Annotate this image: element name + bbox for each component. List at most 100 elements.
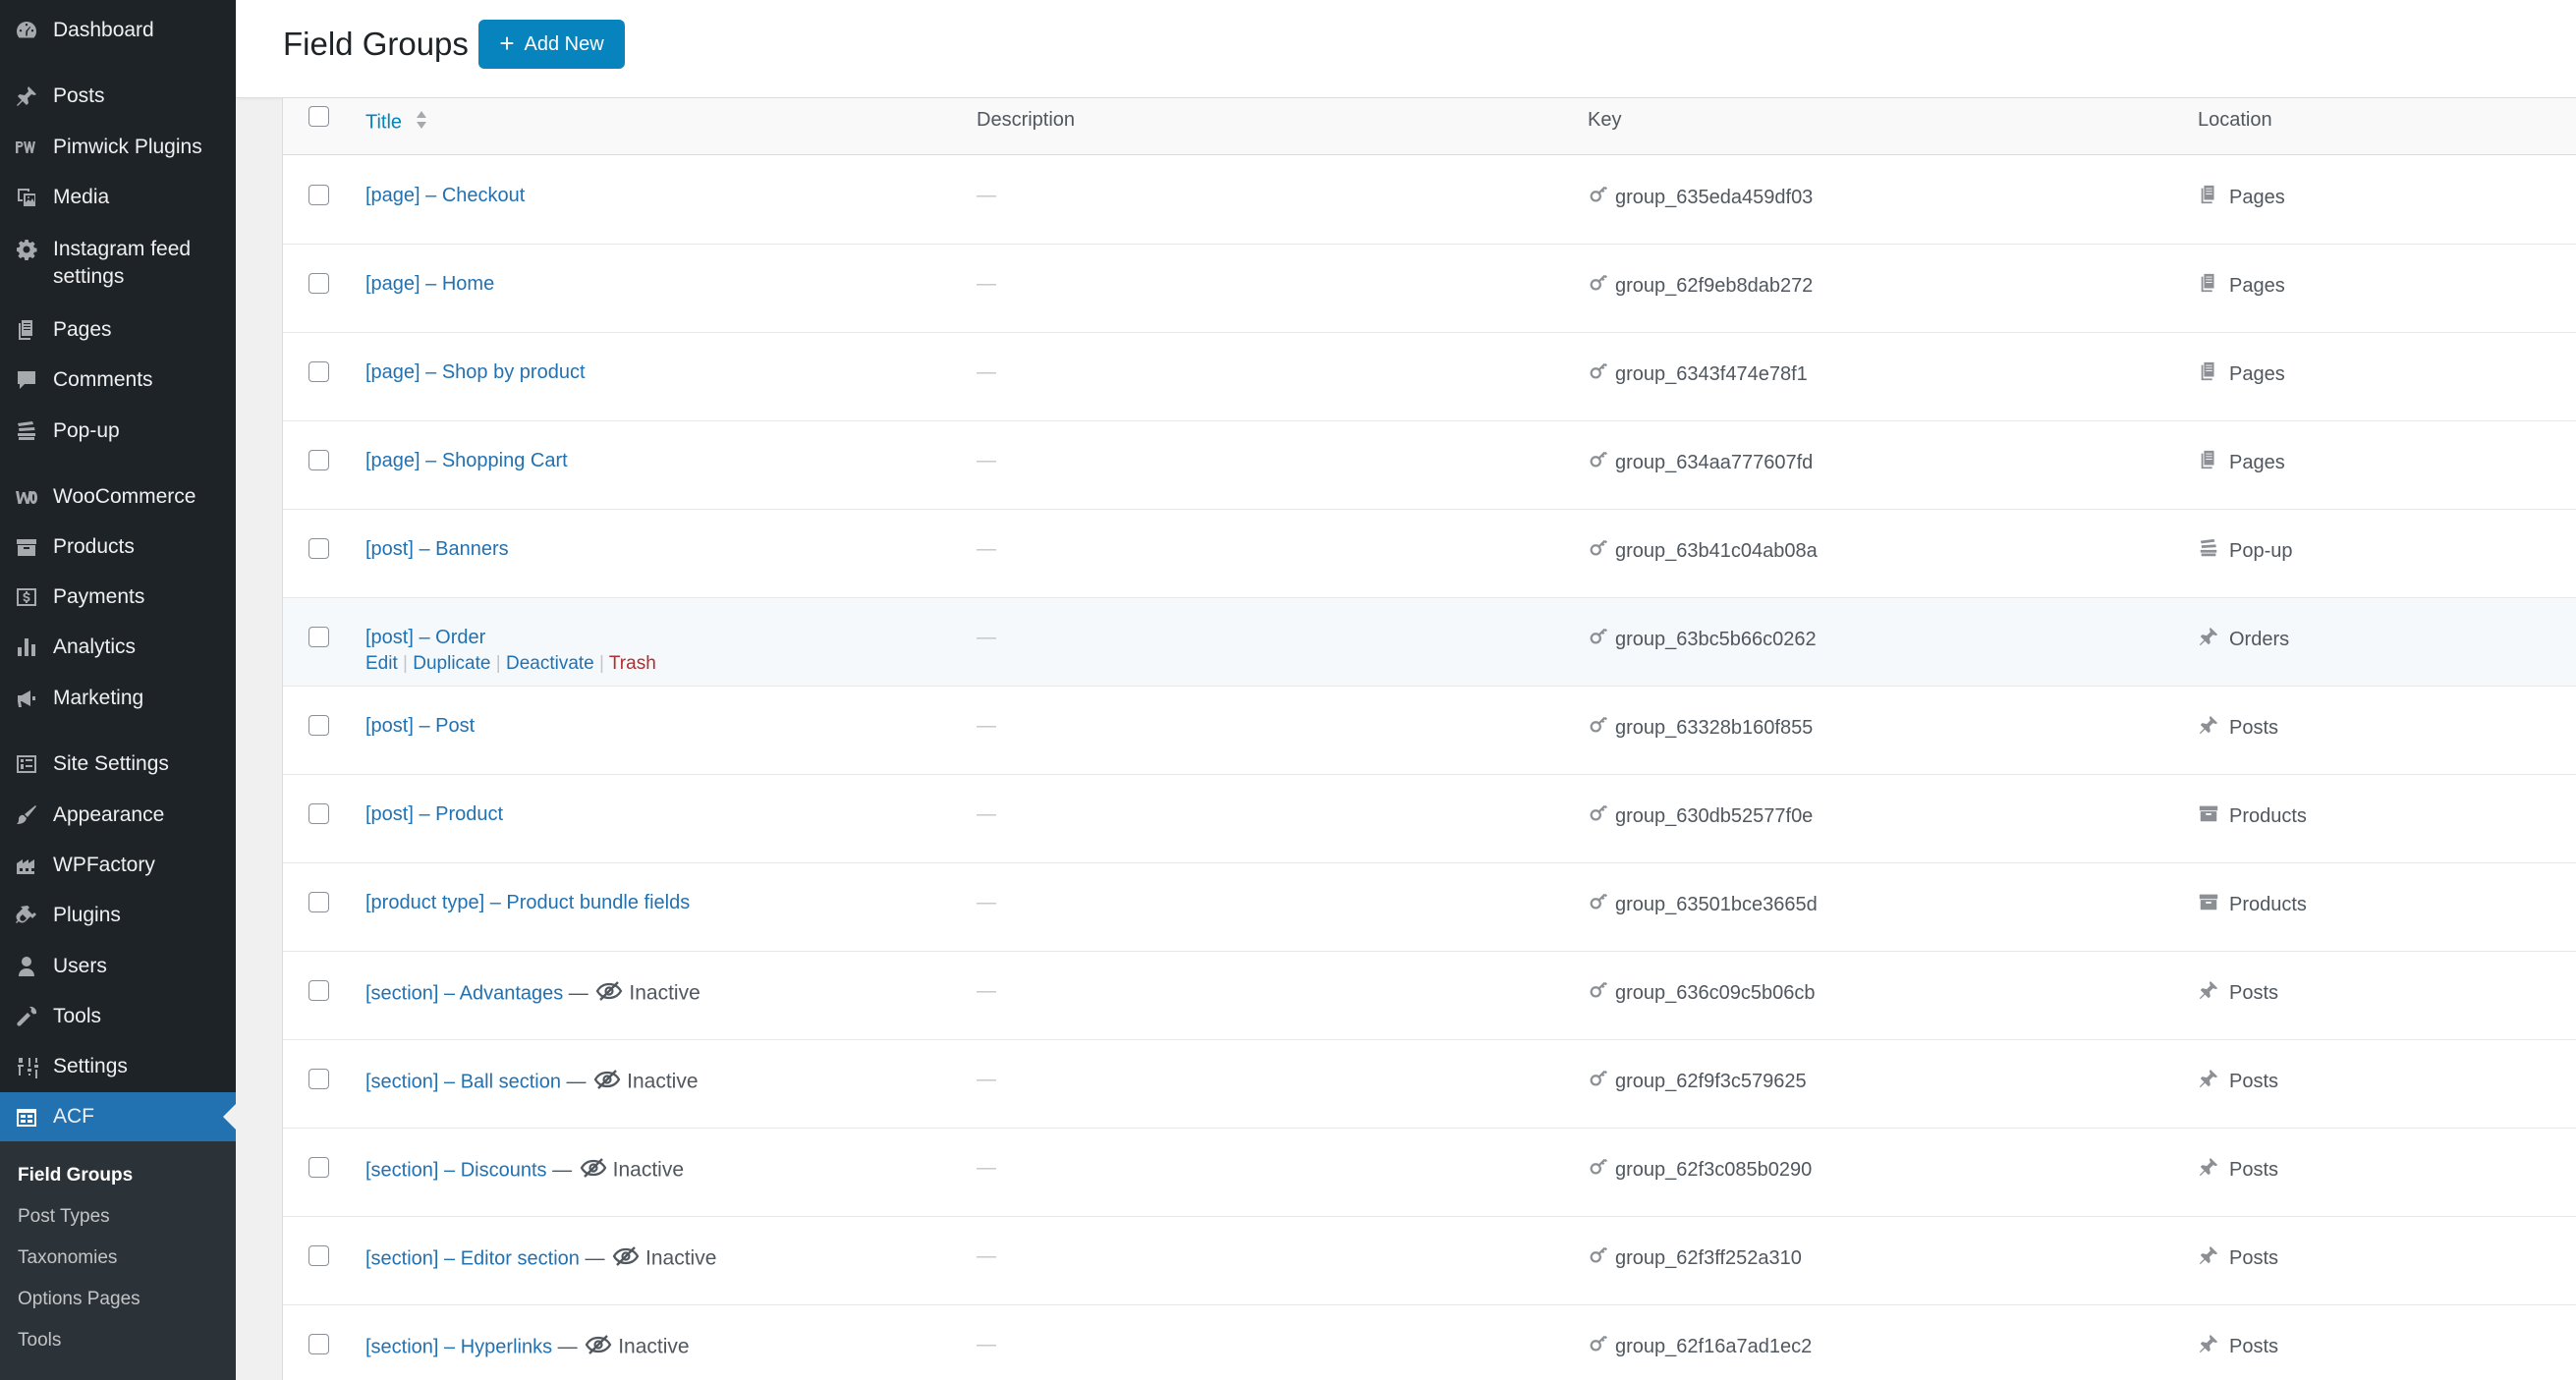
sidebar-item-pop-up[interactable]: Pop-up: [0, 417, 236, 445]
sidebar-item-wpfactory[interactable]: WPFactory: [0, 852, 236, 879]
row-checkbox[interactable]: [308, 1069, 329, 1089]
location-value: Pages: [2229, 275, 2285, 297]
sidebar-item-instagram-feed-settings[interactable]: Instagram feed settings: [0, 236, 236, 291]
sidebar-item-plugins[interactable]: Plugins: [0, 902, 236, 929]
duplicate-action-link[interactable]: Duplicate: [413, 653, 490, 674]
row-title-link[interactable]: [section] – Editor section: [365, 1247, 580, 1269]
location-value: Orders: [2229, 629, 2290, 650]
row-title-link[interactable]: [page] – Checkout: [365, 185, 525, 206]
row-description: —: [977, 1157, 996, 1179]
key-icon: [1588, 626, 1609, 653]
key-value: group_6343f474e78f1: [1615, 363, 1808, 385]
row-title[interactable]: [page] – Checkout: [365, 184, 525, 207]
submenu-item-tools[interactable]: Tools: [18, 1330, 61, 1352]
row-checkbox[interactable]: [308, 1334, 329, 1354]
sidebar-item-tools[interactable]: Tools: [0, 1003, 236, 1030]
key-icon: [1588, 537, 1609, 565]
row-checkbox[interactable]: [308, 1245, 329, 1266]
row-title-link[interactable]: [post] – Order: [365, 627, 485, 648]
sidebar-item-users[interactable]: Users: [0, 953, 236, 980]
row-title-link[interactable]: [post] – Post: [365, 715, 475, 737]
row-title[interactable]: [section] – Hyperlinks — Inactive: [365, 1333, 690, 1362]
submenu-item-post-types[interactable]: Post Types: [18, 1206, 110, 1228]
row-title-link[interactable]: [product type] – Product bundle fields: [365, 892, 690, 913]
sidebar-item-media[interactable]: Media: [0, 184, 236, 211]
edit-action-link[interactable]: Edit: [365, 653, 398, 674]
row-title[interactable]: [section] – Discounts — Inactive: [365, 1156, 684, 1186]
row-key: group_634aa777607fd: [1588, 449, 1813, 476]
add-new-button[interactable]: + Add New: [478, 20, 625, 69]
row-key: group_6343f474e78f1: [1588, 360, 1808, 388]
brush-icon: [14, 802, 39, 828]
table-row: [page] – Home — group_62f9eb8dab272 Pages: [283, 245, 2576, 333]
sidebar-item-site-settings[interactable]: Site Settings: [0, 750, 236, 778]
row-checkbox[interactable]: [308, 450, 329, 470]
sidebar-item-pimwick-plugins[interactable]: Pimwick Plugins: [0, 134, 236, 161]
eye-slash-icon: [580, 1156, 607, 1186]
sidebar-item-acf[interactable]: ACF: [0, 1092, 236, 1141]
row-title[interactable]: [post] – Product: [365, 802, 503, 826]
row-checkbox[interactable]: [308, 1157, 329, 1178]
submenu-item-taxonomies[interactable]: Taxonomies: [18, 1247, 117, 1269]
row-checkbox[interactable]: [308, 538, 329, 559]
table-row: [section] – Advantages — Inactive — group_…: [283, 952, 2576, 1040]
row-title-link[interactable]: [page] – Home: [365, 273, 494, 295]
row-title-link[interactable]: [page] – Shop by product: [365, 361, 586, 383]
row-title-link[interactable]: [section] – Discounts: [365, 1159, 547, 1181]
sidebar-item-dashboard[interactable]: Dashboard: [0, 17, 236, 44]
row-title[interactable]: [page] – Shop by product: [365, 360, 586, 384]
row-title[interactable]: [page] – Shopping Cart: [365, 449, 568, 472]
row-checkbox[interactable]: [308, 892, 329, 912]
row-description: —: [977, 1245, 996, 1267]
select-all-checkbox[interactable]: [308, 106, 329, 127]
location-value: Products: [2229, 805, 2307, 827]
sidebar-item-label: Media: [53, 186, 110, 208]
row-title[interactable]: [post] – Banners: [365, 537, 509, 561]
row-checkbox[interactable]: [308, 803, 329, 824]
page-header: Field Groups + Add New: [236, 0, 2576, 98]
sidebar-item-marketing[interactable]: Marketing: [0, 685, 236, 712]
row-title[interactable]: [section] – Advantages — Inactive: [365, 979, 700, 1009]
sidebar-item-woocommerce[interactable]: WooCommerce: [0, 483, 236, 511]
row-title[interactable]: [section] – Ball section — Inactive: [365, 1068, 699, 1097]
sidebar-item-label: Products: [53, 535, 135, 558]
submenu-item-field-groups[interactable]: Field Groups: [18, 1165, 133, 1187]
row-checkbox[interactable]: [308, 627, 329, 647]
row-location: Posts: [2198, 1156, 2278, 1184]
sidebar-item-appearance[interactable]: Appearance: [0, 801, 236, 829]
row-title[interactable]: [post] – Order: [365, 626, 485, 649]
row-checkbox[interactable]: [308, 980, 329, 1001]
submenu-item-options-pages[interactable]: Options Pages: [18, 1289, 140, 1310]
table-row: [page] – Shopping Cart — group_634aa777607…: [283, 421, 2576, 510]
column-description: Description: [977, 109, 1076, 131]
column-title[interactable]: Title: [365, 109, 427, 137]
row-title[interactable]: [post] – Post: [365, 714, 475, 738]
row-title[interactable]: [section] – Editor section — Inactive: [365, 1244, 716, 1274]
sidebar-item-analytics[interactable]: Analytics: [0, 634, 236, 661]
row-title-link[interactable]: [section] – Advantages: [365, 982, 563, 1004]
row-checkbox[interactable]: [308, 185, 329, 205]
sidebar-item-products[interactable]: Products: [0, 533, 236, 561]
row-title-link[interactable]: [page] – Shopping Cart: [365, 450, 568, 471]
deactivate-action-link[interactable]: Deactivate: [506, 653, 594, 674]
trash-action-link[interactable]: Trash: [609, 653, 656, 674]
row-title-link[interactable]: [post] – Banners: [365, 538, 509, 560]
key-value: group_63b41c04ab08a: [1615, 540, 1818, 562]
row-key: group_62f9f3c579625: [1588, 1068, 1807, 1095]
sidebar-item-payments[interactable]: Payments: [0, 583, 236, 611]
sidebar-item-pages[interactable]: Pages: [0, 316, 236, 344]
row-key: group_62f3ff252a310: [1588, 1244, 1802, 1272]
row-title-link[interactable]: [post] – Product: [365, 803, 503, 825]
row-checkbox[interactable]: [308, 715, 329, 736]
row-checkbox[interactable]: [308, 361, 329, 382]
row-title[interactable]: [page] – Home: [365, 272, 494, 296]
bar-chart-icon: [14, 635, 39, 660]
site-settings-icon: [14, 751, 39, 777]
row-title-link[interactable]: [section] – Ball section: [365, 1071, 561, 1092]
sidebar-item-comments[interactable]: Comments: [0, 366, 236, 394]
sidebar-item-settings[interactable]: Settings: [0, 1053, 236, 1080]
row-title[interactable]: [product type] – Product bundle fields: [365, 891, 690, 914]
row-checkbox[interactable]: [308, 273, 329, 294]
row-title-link[interactable]: [section] – Hyperlinks: [365, 1336, 552, 1357]
sidebar-item-posts[interactable]: Posts: [0, 83, 236, 110]
